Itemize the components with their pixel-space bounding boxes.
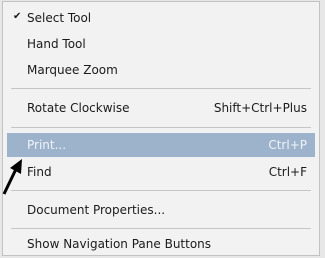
menu-item-marquee-zoom[interactable]: Marquee Zoom <box>7 58 315 82</box>
menu-item-label: Marquee Zoom <box>27 63 118 77</box>
menu-item-label: Select Tool <box>27 11 92 25</box>
menu-item-rotate-clockwise[interactable]: Rotate Clockwise Shift+Ctrl+Plus <box>7 96 315 120</box>
menu-item-label: Document Properties... <box>27 203 166 217</box>
menu-item-hand-tool[interactable]: Hand Tool <box>7 32 315 56</box>
menu-item-shortcut: Ctrl+F <box>268 165 307 179</box>
menu-item-label: Show Navigation Pane Buttons <box>27 237 212 251</box>
checkmark-icon: ✔ <box>13 11 22 22</box>
menu-item-document-properties[interactable]: Document Properties... <box>7 198 315 222</box>
menu-item-shortcut: Shift+Ctrl+Plus <box>213 101 307 115</box>
menu-item-print[interactable]: Print... Ctrl+P <box>7 133 315 157</box>
menu-item-label: Find <box>27 165 52 179</box>
menu-item-find[interactable]: Find Ctrl+F <box>7 160 315 184</box>
menu-separator <box>11 228 311 229</box>
menu-item-label: Hand Tool <box>27 37 86 51</box>
menu-item-label: Print... <box>27 138 67 152</box>
context-menu: ✔ Select Tool Hand Tool Marquee Zoom Rot… <box>2 1 320 256</box>
menu-separator <box>11 88 311 89</box>
menu-item-show-navigation-pane-buttons[interactable]: Show Navigation Pane Buttons <box>7 232 315 256</box>
menu-separator <box>11 190 311 191</box>
menu-item-select-tool[interactable]: ✔ Select Tool <box>7 6 315 30</box>
arrow-pointer-icon <box>2 159 22 195</box>
menu-separator <box>11 127 311 128</box>
menu-item-shortcut: Ctrl+P <box>268 138 307 152</box>
menu-item-label: Rotate Clockwise <box>27 101 130 115</box>
